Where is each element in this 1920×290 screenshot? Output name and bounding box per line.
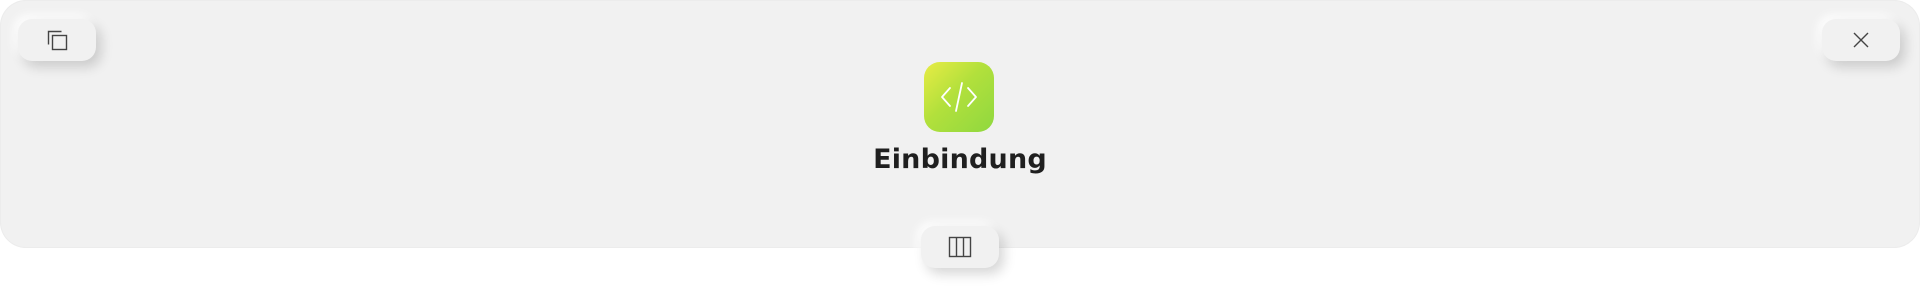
app-icon (924, 62, 994, 132)
close-icon (1850, 29, 1872, 51)
copy-icon (44, 27, 70, 53)
code-icon (936, 74, 982, 120)
close-button[interactable] (1822, 19, 1900, 61)
page-title: Einbindung (873, 144, 1047, 175)
copy-button[interactable] (18, 19, 96, 61)
columns-icon (947, 234, 973, 260)
columns-button[interactable] (921, 226, 999, 268)
